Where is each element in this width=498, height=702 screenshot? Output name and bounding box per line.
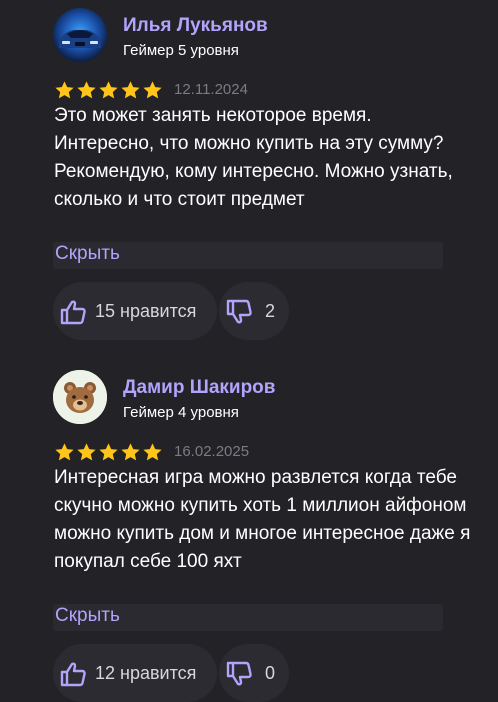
star-icon bbox=[121, 443, 140, 461]
like-button[interactable]: 12 нравится bbox=[53, 644, 217, 702]
star-icon bbox=[55, 81, 74, 99]
review-date: 12.11.2024 bbox=[174, 81, 248, 98]
dislikes-count: 0 bbox=[265, 663, 276, 683]
thumbs-up-icon bbox=[60, 662, 86, 687]
likes-count: 15 нравится bbox=[95, 301, 197, 321]
hide-review-link[interactable]: Скрыть bbox=[55, 605, 120, 627]
star-icon bbox=[77, 443, 96, 461]
thumbs-up-icon bbox=[60, 300, 86, 325]
star-icon bbox=[55, 443, 74, 461]
reviewer-level: Геймер 5 уровня bbox=[123, 42, 239, 59]
bear-avatar-icon bbox=[53, 370, 107, 424]
likes-count: 12 нравится bbox=[95, 663, 197, 683]
thumbs-down-icon bbox=[226, 299, 252, 324]
like-button[interactable]: 15 нравится bbox=[53, 282, 217, 340]
reviewer-name[interactable]: Дамир Шакиров bbox=[123, 377, 275, 399]
hide-bar: Скрыть bbox=[53, 242, 443, 269]
hide-review-link[interactable]: Скрыть bbox=[55, 243, 120, 265]
user-avatar[interactable] bbox=[53, 370, 107, 424]
car-avatar-icon bbox=[53, 8, 107, 62]
star-icon bbox=[99, 443, 118, 461]
star-icon bbox=[121, 81, 140, 99]
review-text: Это может занять некоторое время. Интере… bbox=[54, 105, 453, 210]
review-date: 16.02.2025 bbox=[174, 443, 250, 460]
rating-stars bbox=[54, 442, 163, 463]
hide-bar: Скрыть bbox=[53, 604, 443, 631]
star-icon bbox=[99, 81, 118, 99]
thumbs-down-icon bbox=[226, 661, 252, 686]
reviewer-name[interactable]: Илья Лукьянов bbox=[123, 15, 268, 37]
dislike-button[interactable]: 2 bbox=[219, 282, 289, 340]
dislikes-count: 2 bbox=[265, 301, 276, 321]
reviewer-level: Геймер 4 уровня bbox=[123, 404, 239, 421]
rating-stars bbox=[54, 80, 163, 101]
star-icon bbox=[77, 81, 96, 99]
star-icon bbox=[143, 81, 162, 99]
dislike-button[interactable]: 0 bbox=[219, 644, 289, 702]
star-icon bbox=[143, 443, 162, 461]
review-text: Интересная игра можно развлется когда те… bbox=[54, 467, 471, 572]
user-avatar[interactable] bbox=[53, 8, 107, 62]
